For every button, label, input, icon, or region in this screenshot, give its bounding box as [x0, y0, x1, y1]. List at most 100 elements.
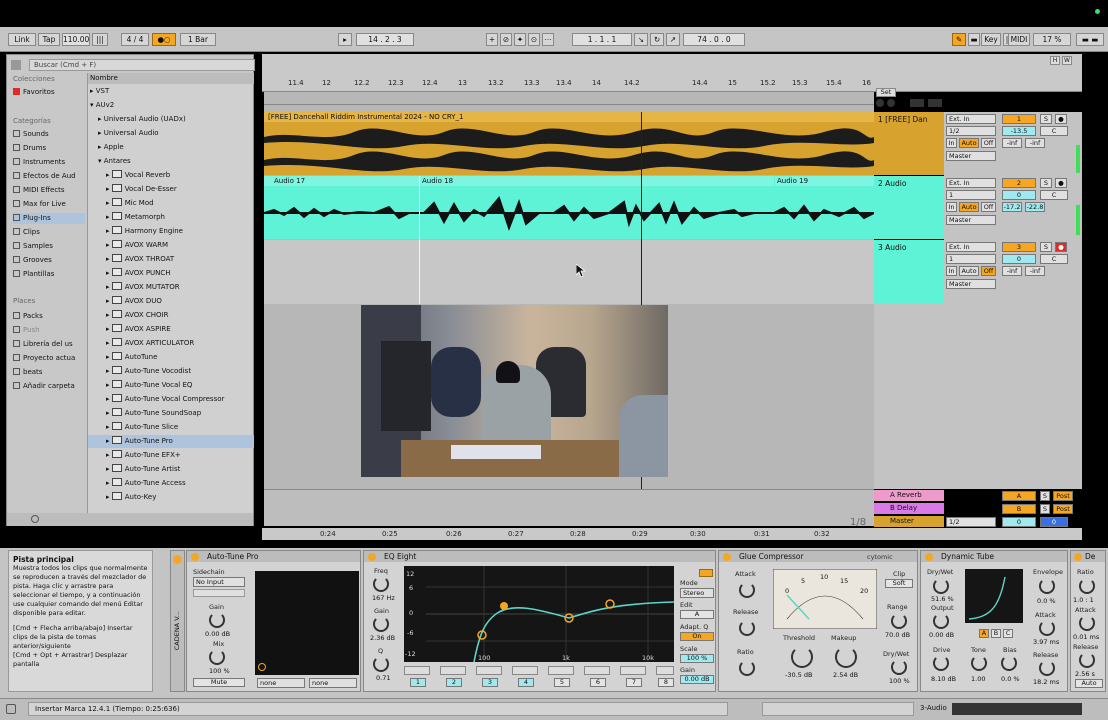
- draw-mode-icon[interactable]: ✎: [952, 33, 966, 46]
- output-gain-value[interactable]: 0.00 dB: [680, 675, 714, 684]
- monitor-in[interactable]: In: [946, 266, 957, 276]
- gain-knob[interactable]: [209, 612, 225, 628]
- hi-quality-toggle[interactable]: [699, 569, 713, 577]
- list-item[interactable]: ▸ AVOX ARTICULATOR: [88, 337, 254, 350]
- band-filter-type[interactable]: [620, 666, 646, 675]
- loop-button[interactable]: ↻: [650, 33, 664, 46]
- input-type-select[interactable]: Ext. In: [946, 242, 996, 252]
- output-knob[interactable]: [933, 613, 949, 629]
- w-toggle[interactable]: W: [1062, 56, 1072, 65]
- monitor-auto[interactable]: Auto: [959, 202, 979, 212]
- post-button[interactable]: Post: [1053, 491, 1073, 501]
- lock-icon[interactable]: [928, 99, 942, 107]
- band-toggle[interactable]: 7: [626, 678, 642, 687]
- name-column-header[interactable]: Nombre: [88, 73, 254, 84]
- drive-knob[interactable]: [933, 655, 949, 671]
- list-item[interactable]: ▸ AVOX WARM: [88, 239, 254, 252]
- list-item[interactable]: ▸ AVOX PUNCH: [88, 267, 254, 280]
- adaptive-q-toggle[interactable]: On: [680, 632, 714, 641]
- midi-map-button[interactable]: MIDI: [1008, 33, 1030, 46]
- sidebar-item-grooves[interactable]: Grooves: [13, 255, 85, 266]
- set-locator-button[interactable]: Set: [876, 88, 896, 97]
- master-name[interactable]: Master: [874, 516, 944, 527]
- position-field[interactable]: 14 . 2 . 3: [356, 33, 414, 46]
- list-item[interactable]: ▸ VST: [88, 85, 254, 98]
- master-pan[interactable]: 0: [1040, 517, 1068, 527]
- list-item[interactable]: ▸ Auto-Tune EFX+: [88, 449, 254, 462]
- drywet-knob[interactable]: [933, 578, 949, 594]
- sidechain-gain-bar[interactable]: [193, 589, 245, 597]
- solo-button[interactable]: S: [1040, 491, 1050, 501]
- pan-field[interactable]: C: [1040, 254, 1068, 264]
- monitor-off[interactable]: Off: [981, 202, 996, 212]
- list-item[interactable]: ▸ AVOX CHOIR: [88, 309, 254, 322]
- list-item[interactable]: ▸ AVOX MUTATOR: [88, 281, 254, 294]
- band-filter-type[interactable]: [584, 666, 610, 675]
- list-item[interactable]: ▾ Antares: [88, 155, 254, 168]
- preset-select[interactable]: none: [257, 678, 305, 688]
- chain-strip[interactable]: CADENA V...: [170, 550, 185, 692]
- input-channel-select[interactable]: 1/2: [946, 126, 996, 136]
- return-b-name[interactable]: B Delay: [874, 503, 944, 514]
- punch-button[interactable]: ⋯: [542, 33, 554, 46]
- sidebar-item-add-folder[interactable]: Añadir carpeta: [13, 381, 85, 392]
- list-item[interactable]: ▸ Mic Mod: [88, 197, 254, 210]
- band-filter-type[interactable]: [404, 666, 430, 675]
- device-title[interactable]: Auto-Tune Pro: [187, 551, 360, 562]
- attack-knob[interactable]: [739, 582, 755, 598]
- input-type-select[interactable]: Ext. In: [946, 114, 996, 124]
- solo-button[interactable]: S: [1040, 178, 1052, 188]
- input-channel-select[interactable]: 1: [946, 190, 996, 200]
- sidebar-item-sounds[interactable]: Sounds: [13, 129, 85, 140]
- list-item[interactable]: ▸ Universal Audio (UADx): [88, 113, 254, 126]
- bias-knob[interactable]: [1001, 655, 1017, 671]
- power-icon[interactable]: [723, 553, 731, 561]
- return-a-activator[interactable]: A: [1002, 491, 1036, 501]
- band-filter-type[interactable]: [656, 666, 674, 675]
- next-locator-icon[interactable]: [887, 99, 895, 107]
- solo-button[interactable]: S: [1040, 114, 1052, 124]
- band-filter-type[interactable]: [476, 666, 502, 675]
- preview-bar[interactable]: [7, 513, 253, 526]
- mute-button[interactable]: Mute: [193, 678, 245, 687]
- track-name[interactable]: 1 [FREE] Dan: [874, 112, 944, 175]
- band-filter-type[interactable]: [512, 666, 538, 675]
- clip-title[interactable]: Audio 17: [264, 176, 419, 186]
- plugin-display[interactable]: [255, 571, 359, 675]
- power-icon[interactable]: [1074, 553, 1082, 561]
- freq-knob[interactable]: [373, 576, 389, 592]
- solo-button[interactable]: S: [1040, 242, 1052, 252]
- monitor-auto[interactable]: Auto: [959, 138, 979, 148]
- track-1-lane[interactable]: [FREE] Dancehall Riddim Instrumental 202…: [264, 112, 874, 175]
- search-input[interactable]: Buscar (Cmd + F): [29, 59, 255, 71]
- volume-field[interactable]: 0: [1002, 190, 1036, 200]
- threshold-knob[interactable]: [791, 646, 813, 668]
- sidechain-select[interactable]: No Input: [193, 577, 245, 587]
- list-item[interactable]: ▸ AVOX THROAT: [88, 253, 254, 266]
- makeup-knob[interactable]: [835, 646, 857, 668]
- clip-title[interactable]: Audio 18: [420, 176, 774, 186]
- eq-curve-display[interactable]: [404, 566, 674, 662]
- time-ruler[interactable]: 0:24 0:25 0:26 0:27 0:28 0:29 0:30 0:31 …: [262, 528, 1082, 540]
- band-toggle[interactable]: 4: [518, 678, 534, 687]
- view-toggles[interactable]: [952, 703, 1082, 715]
- power-icon[interactable]: [191, 553, 199, 561]
- pan-field[interactable]: C: [1040, 126, 1068, 136]
- master-volume[interactable]: 0: [1002, 517, 1036, 527]
- overdub-button[interactable]: +: [486, 33, 498, 46]
- monitor-off[interactable]: Off: [981, 138, 996, 148]
- monitor-in[interactable]: In: [946, 202, 957, 212]
- release-knob[interactable]: [1039, 660, 1055, 676]
- punch-out-button[interactable]: ↗: [666, 33, 680, 46]
- time-signature-field[interactable]: 4 / 4: [121, 33, 149, 46]
- envelope-knob[interactable]: [1039, 578, 1055, 594]
- mapping-icon[interactable]: ▬: [968, 33, 980, 46]
- loop-start-field[interactable]: 1 . 1 . 1: [572, 33, 632, 46]
- track-activator[interactable]: 2: [1002, 178, 1036, 188]
- ratio-knob[interactable]: [1079, 578, 1095, 594]
- expand-icon[interactable]: [910, 99, 924, 107]
- preset-select[interactable]: none: [309, 678, 357, 688]
- band-filter-type[interactable]: [548, 666, 574, 675]
- list-item[interactable]: ▸ Vocal Reverb: [88, 169, 254, 182]
- tube-c-button[interactable]: C: [1003, 629, 1013, 638]
